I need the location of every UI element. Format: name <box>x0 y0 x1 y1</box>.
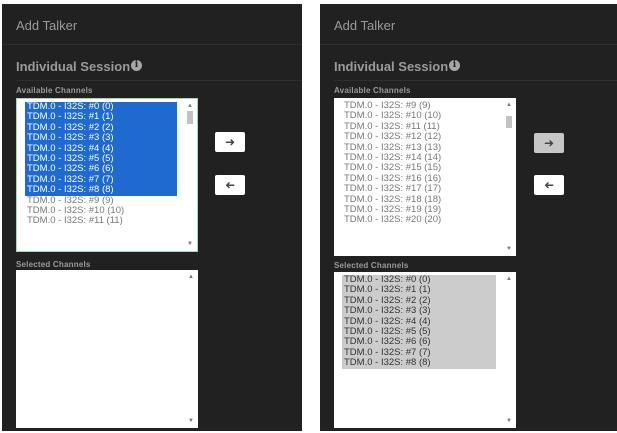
move-left-button[interactable]: ➜ <box>534 175 564 195</box>
add-talker-panel-left: Add Talker Individual Session i Availabl… <box>2 4 302 431</box>
panel-title: Add Talker <box>334 18 396 33</box>
channel-options: TDM.0 - I32S: #0 (0) TDM.0 - I32S: #1 (1)… <box>342 274 496 369</box>
selected-channels-list[interactable]: TDM.0 - I32S: #0 (0) TDM.0 - I32S: #1 (1)… <box>334 272 516 428</box>
channel-option[interactable]: TDM.0 - I32S: #11 (11) <box>25 216 177 227</box>
selected-channels-label: Selected Channels <box>334 261 409 270</box>
scroll-thumb[interactable] <box>506 116 512 128</box>
scrollbar[interactable]: ▲ ▼ <box>504 100 514 254</box>
add-talker-panel-right: Add Talker Individual Session i Availabl… <box>320 4 617 431</box>
selected-channels-label: Selected Channels <box>16 260 91 269</box>
move-right-button[interactable]: ➜ <box>534 133 564 153</box>
panel-header: Add Talker <box>2 4 302 45</box>
scroll-up-arrow-icon[interactable]: ▲ <box>506 102 512 108</box>
selected-channels-list[interactable]: ▲ ▼ <box>16 270 198 428</box>
available-channels-label: Available Channels <box>16 86 93 95</box>
arrow-left-icon: ➜ <box>224 178 236 192</box>
channel-option[interactable]: TDM.0 - I32S: #8 (8) <box>342 357 496 369</box>
channel-option[interactable]: TDM.0 - I32S: #20 (20) <box>342 215 496 226</box>
scroll-down-arrow-icon[interactable]: ▼ <box>506 246 512 252</box>
arrow-left-icon: ➜ <box>543 178 555 192</box>
move-right-button[interactable]: ➜ <box>215 132 245 152</box>
section-title: Individual Session <box>16 59 131 74</box>
panel-header: Add Talker <box>320 4 617 45</box>
info-icon[interactable]: i <box>131 60 142 71</box>
arrow-right-icon: ➜ <box>224 135 236 149</box>
scroll-down-arrow-icon[interactable]: ▼ <box>188 418 194 424</box>
scrollbar[interactable]: ▲ ▼ <box>185 101 195 249</box>
scroll-down-arrow-icon[interactable]: ▼ <box>187 241 193 247</box>
scroll-up-arrow-icon[interactable]: ▲ <box>188 274 194 280</box>
available-channels-list[interactable]: TDM.0 - I32S: #0 (0) TDM.0 - I32S: #1 (1)… <box>16 98 198 252</box>
scrollbar[interactable]: ▲ ▼ <box>186 272 196 426</box>
scroll-thumb[interactable] <box>187 111 193 124</box>
scroll-up-arrow-icon[interactable]: ▲ <box>187 103 193 109</box>
channel-options: TDM.0 - I32S: #9 (9) TDM.0 - I32S: #10 (1… <box>342 100 496 226</box>
arrow-right-icon: ➜ <box>543 136 555 150</box>
scroll-down-arrow-icon[interactable]: ▼ <box>506 418 512 424</box>
section-title: Individual Session <box>334 59 449 74</box>
move-left-button[interactable]: ➜ <box>215 175 245 195</box>
divider <box>16 80 302 81</box>
scrollbar[interactable]: ▲ ▼ <box>504 274 514 426</box>
available-channels-label: Available Channels <box>334 86 411 95</box>
panel-title: Add Talker <box>16 18 78 33</box>
info-icon[interactable]: i <box>449 60 460 71</box>
divider <box>334 80 617 81</box>
scroll-up-arrow-icon[interactable]: ▲ <box>506 276 512 282</box>
available-channels-list[interactable]: TDM.0 - I32S: #9 (9) TDM.0 - I32S: #10 (1… <box>334 98 516 256</box>
channel-options: TDM.0 - I32S: #0 (0) TDM.0 - I32S: #1 (1)… <box>25 101 177 227</box>
